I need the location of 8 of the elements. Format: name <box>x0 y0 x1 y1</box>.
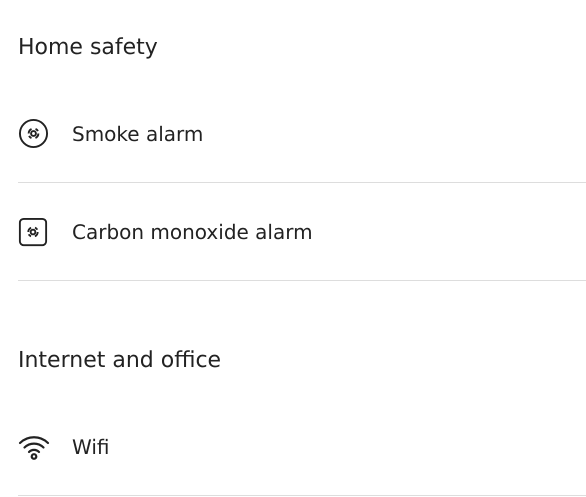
amenity-label: Wifi <box>72 434 110 458</box>
amenity-label: Carbon monoxide alarm <box>72 220 313 244</box>
section-heading: Internet and office <box>18 347 222 375</box>
amenity-label: Smoke alarm <box>72 122 204 146</box>
wifi-icon <box>18 434 50 460</box>
smoke-alarm-icon <box>18 118 49 149</box>
carbon-monoxide-alarm-icon <box>18 216 48 246</box>
section-heading: Home safety <box>18 34 158 62</box>
